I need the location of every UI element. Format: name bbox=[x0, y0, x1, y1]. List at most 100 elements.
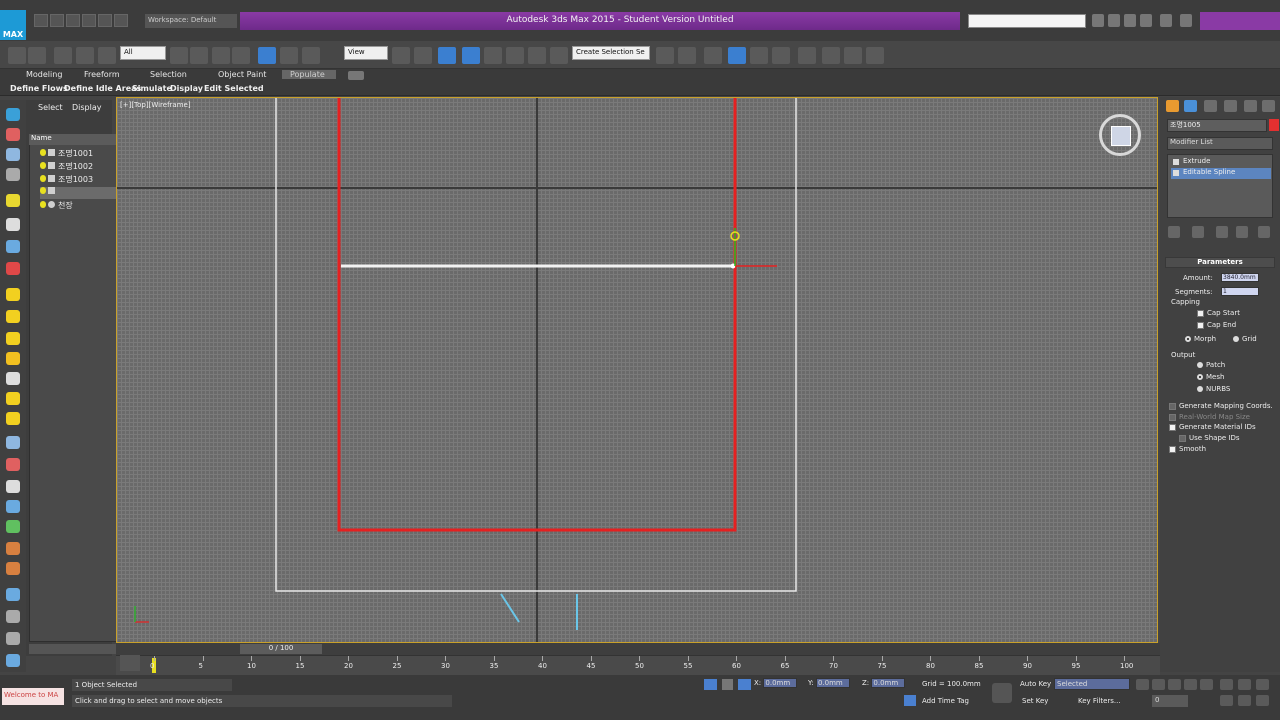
lights-filter-icon[interactable] bbox=[6, 194, 20, 207]
material-editor-icon[interactable] bbox=[798, 47, 816, 64]
play-icon[interactable] bbox=[1168, 679, 1181, 690]
sun-icon[interactable] bbox=[6, 412, 20, 425]
mesh-radio[interactable]: Mesh bbox=[1197, 373, 1224, 381]
light-bulb-icon[interactable] bbox=[40, 175, 46, 182]
light-bulb-icon[interactable] bbox=[40, 187, 46, 194]
time-tag-icon[interactable] bbox=[904, 695, 916, 706]
helpers-filter-icon[interactable] bbox=[6, 240, 20, 253]
time-slider[interactable]: 0 / 100 bbox=[240, 644, 322, 654]
generate-mapping-checkbox[interactable]: Generate Mapping Coords. bbox=[1169, 402, 1273, 410]
help-icon[interactable] bbox=[1180, 14, 1192, 27]
bone-filter-icon[interactable] bbox=[6, 352, 20, 365]
use-shape-ids-checkbox[interactable]: Use Shape IDs bbox=[1179, 434, 1240, 442]
nurbs-radio[interactable]: NURBS bbox=[1197, 385, 1230, 393]
pin-stack-icon[interactable] bbox=[1168, 226, 1180, 238]
zoom-extents-icon[interactable] bbox=[1256, 679, 1269, 690]
geometry-filter-icon[interactable] bbox=[6, 288, 20, 301]
segments-input[interactable]: 1 bbox=[1221, 287, 1259, 296]
light-bulb-icon[interactable] bbox=[40, 149, 46, 156]
stack-item-extrude[interactable]: Extrude bbox=[1171, 157, 1271, 168]
communication-center-icon[interactable] bbox=[1108, 14, 1120, 27]
tab-select[interactable]: Select bbox=[38, 103, 63, 112]
select-object-icon[interactable] bbox=[170, 47, 188, 64]
configure-columns-icon[interactable] bbox=[6, 588, 20, 601]
key-filters-button[interactable]: Key Filters... bbox=[1078, 697, 1121, 705]
light-bulb-icon[interactable] bbox=[40, 162, 46, 169]
modify-tab-icon[interactable] bbox=[1184, 100, 1197, 112]
zoom-icon[interactable] bbox=[1220, 679, 1233, 690]
viewport-top[interactable]: [+][Top][Wireframe] bbox=[116, 97, 1158, 643]
set-key-button[interactable]: Set Key bbox=[1022, 697, 1048, 705]
spacewarps-filter-icon[interactable] bbox=[6, 262, 20, 275]
subtab-define-idle-areas[interactable]: Define Idle Areas bbox=[64, 84, 141, 93]
z-coordinate[interactable]: Z: 0.0mm bbox=[862, 678, 906, 690]
x-coordinate[interactable]: X: 0.0mm bbox=[754, 678, 798, 690]
curve-editor-icon[interactable] bbox=[750, 47, 768, 64]
link-hierarchy-icon[interactable] bbox=[6, 458, 20, 471]
explorer-list-icon[interactable] bbox=[6, 610, 20, 623]
lock-selection-icon[interactable] bbox=[722, 679, 733, 690]
maximize-viewport-icon[interactable] bbox=[1256, 695, 1269, 706]
window-controls[interactable] bbox=[1200, 12, 1280, 30]
current-frame-input[interactable]: 0 bbox=[1152, 695, 1188, 707]
layer-manager-icon[interactable] bbox=[704, 47, 722, 64]
stack-item-editable-spline[interactable]: Editable Spline bbox=[1171, 168, 1271, 179]
display-tab-icon[interactable] bbox=[1244, 100, 1257, 112]
shape-filter-icon[interactable] bbox=[6, 372, 20, 385]
tab-freeform[interactable]: Freeform bbox=[84, 70, 120, 79]
configure-modifier-sets-icon[interactable] bbox=[1258, 226, 1270, 238]
cap-end-checkbox[interactable]: Cap End bbox=[1197, 321, 1236, 329]
patch-radio[interactable]: Patch bbox=[1197, 361, 1225, 369]
cylinder-filter-icon[interactable] bbox=[6, 332, 20, 345]
angle-snap-icon[interactable] bbox=[484, 47, 502, 64]
viewcube[interactable] bbox=[1099, 114, 1141, 156]
new-file-icon[interactable] bbox=[34, 14, 48, 27]
sphere-filter-icon[interactable] bbox=[6, 310, 20, 323]
show-end-result-icon[interactable] bbox=[1192, 226, 1204, 238]
smooth-checkbox[interactable]: Smooth bbox=[1169, 445, 1206, 453]
tab-display[interactable]: Display bbox=[72, 103, 102, 112]
xref-icon[interactable] bbox=[6, 480, 20, 493]
schematic-view-icon[interactable] bbox=[772, 47, 790, 64]
previous-frame-icon[interactable] bbox=[1152, 679, 1165, 690]
list-item[interactable]: 조명1002 bbox=[40, 161, 93, 173]
render-production-icon[interactable] bbox=[866, 47, 884, 64]
select-by-name-icon[interactable] bbox=[190, 47, 208, 64]
auto-key-button[interactable]: Auto Key bbox=[1020, 680, 1051, 688]
subtab-define-flows[interactable]: Define Flows bbox=[10, 84, 68, 93]
sign-in-icon[interactable] bbox=[1140, 14, 1152, 27]
tab-object-paint[interactable]: Object Paint bbox=[218, 70, 266, 79]
select-and-move-icon[interactable] bbox=[258, 47, 276, 64]
track-bar[interactable]: 0 5 10 15 20 25 30 35 40 45 50 55 60 65 70 75 80 85 90 95 10… bbox=[116, 655, 1160, 675]
search-input[interactable] bbox=[968, 14, 1086, 28]
frozen-icon[interactable] bbox=[6, 562, 20, 575]
cap-start-checkbox[interactable]: Cap Start bbox=[1197, 309, 1240, 317]
set-key-icon[interactable] bbox=[992, 683, 1012, 703]
sort-icon[interactable] bbox=[6, 632, 20, 645]
column-header-name[interactable]: Name bbox=[29, 134, 124, 145]
light-bulb-icon[interactable] bbox=[40, 201, 46, 208]
tab-populate[interactable]: Populate bbox=[282, 70, 336, 79]
open-file-icon[interactable] bbox=[50, 14, 64, 27]
grid-radio[interactable]: Grid bbox=[1233, 335, 1257, 343]
redo-icon[interactable] bbox=[98, 14, 112, 27]
list-item-selected[interactable] bbox=[40, 187, 124, 199]
light-bulb-icon[interactable] bbox=[6, 392, 20, 405]
snaps-toggle-icon[interactable] bbox=[462, 47, 480, 64]
edit-named-selection-icon[interactable] bbox=[550, 47, 568, 64]
utilities-tab-icon[interactable] bbox=[1262, 100, 1275, 112]
select-and-scale-icon[interactable] bbox=[302, 47, 320, 64]
keyboard-shortcut-override-icon[interactable] bbox=[438, 47, 456, 64]
open-mini-curve-editor-icon[interactable] bbox=[120, 655, 140, 671]
binoculars-icon[interactable] bbox=[1092, 14, 1104, 27]
rendered-frame-window-icon[interactable] bbox=[844, 47, 862, 64]
make-unique-icon[interactable] bbox=[1216, 226, 1228, 238]
invert-display-icon[interactable] bbox=[6, 168, 20, 181]
object-color-swatch[interactable] bbox=[1269, 119, 1279, 131]
list-item[interactable]: 조명1003 bbox=[40, 174, 93, 186]
select-and-rotate-icon[interactable] bbox=[280, 47, 298, 64]
tab-modeling[interactable]: Modeling bbox=[26, 70, 62, 79]
help-circle-icon[interactable] bbox=[6, 654, 20, 667]
undo-icon[interactable] bbox=[82, 14, 96, 27]
percent-snap-icon[interactable] bbox=[506, 47, 524, 64]
